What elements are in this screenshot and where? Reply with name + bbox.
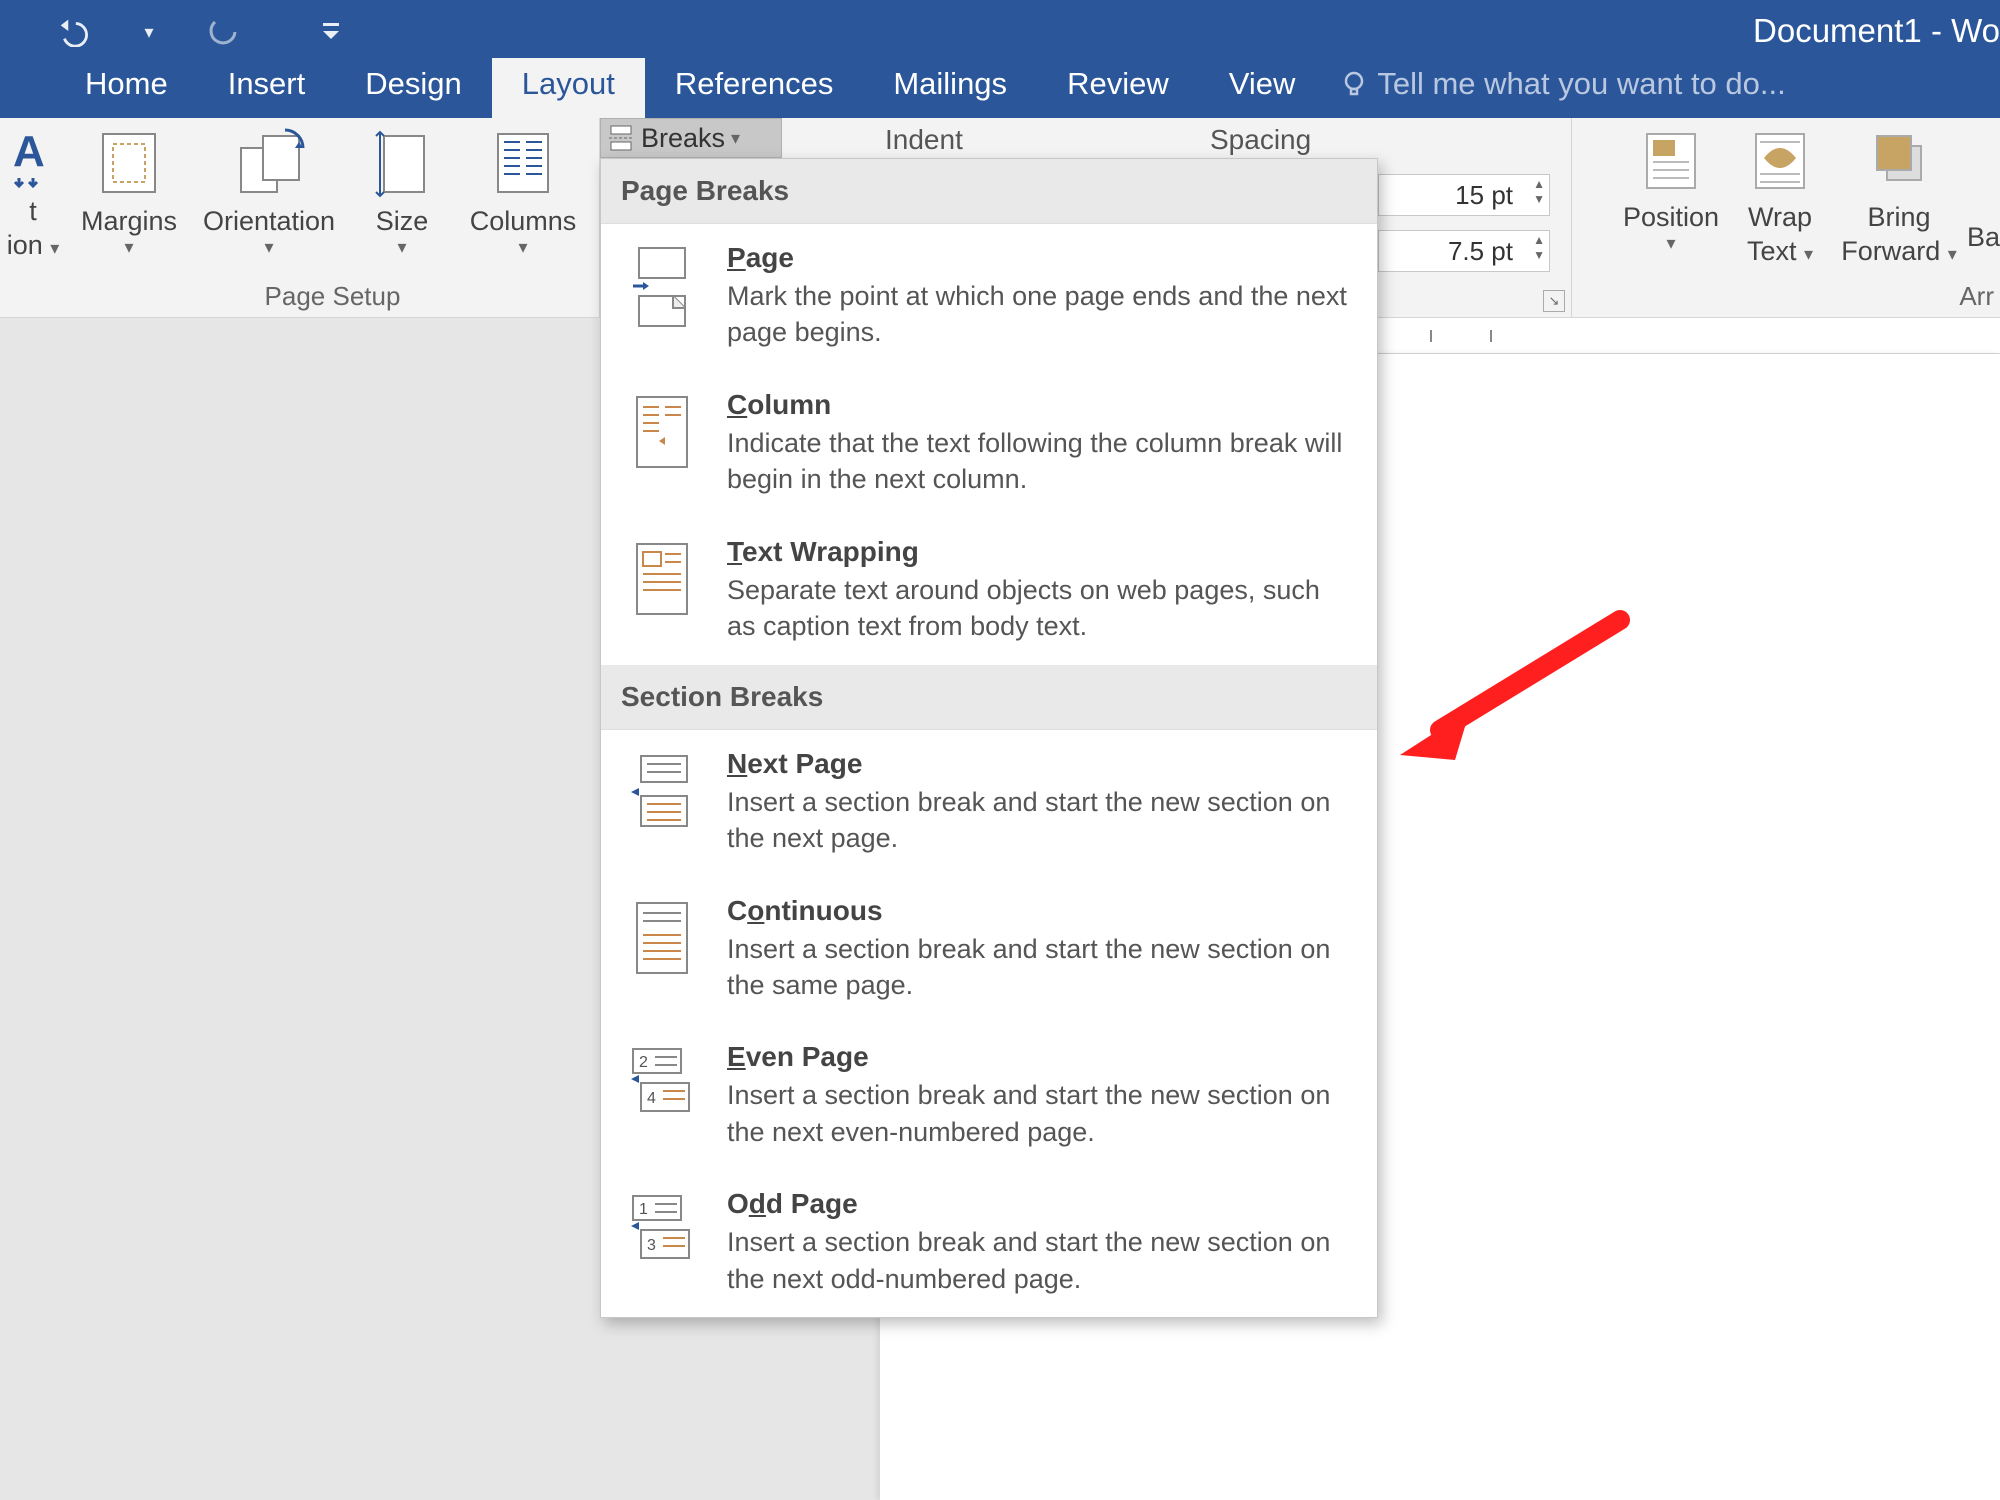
continuous-break-icon xyxy=(625,895,699,1004)
breaks-button[interactable]: Breaks ▾ xyxy=(600,118,782,158)
window-title: Document1 - Wo xyxy=(1753,12,2000,50)
break-next-page-item[interactable]: Next Page Insert a section break and sta… xyxy=(601,730,1377,877)
title-bar: ▾ Document1 - Wo xyxy=(0,0,2000,58)
tab-mailings[interactable]: Mailings xyxy=(863,56,1037,118)
break-column-item[interactable]: Column Indicate that the text following … xyxy=(601,371,1377,518)
break-continuous-item[interactable]: Continuous Insert a section break and st… xyxy=(601,877,1377,1024)
svg-text:4: 4 xyxy=(647,1090,656,1107)
breaks-section-section: Section Breaks xyxy=(601,665,1377,730)
group-arrange: Arr Position ▾ Wrap Text ▾ Bring Forward… xyxy=(1572,118,2000,318)
position-icon xyxy=(1616,128,1726,199)
tab-view[interactable]: View xyxy=(1199,56,1326,118)
bring-forward-icon xyxy=(1834,128,1964,199)
orientation-icon xyxy=(190,128,348,203)
even-page-break-icon: 24 xyxy=(625,1041,699,1150)
odd-page-break-icon: 13 xyxy=(625,1188,699,1297)
spacing-after-input[interactable]: 7.5 pt ▲▼ xyxy=(1378,230,1550,272)
break-text-wrapping-item[interactable]: Text Wrapping Separate text around objec… xyxy=(601,518,1377,665)
wrap-text-button[interactable]: Wrap Text ▾ xyxy=(1730,128,1830,266)
next-page-break-icon xyxy=(625,748,699,857)
wrap-text-icon xyxy=(1730,128,1830,199)
tab-layout[interactable]: Layout xyxy=(492,56,645,118)
spacing-before-input[interactable]: 15 pt ▲▼ xyxy=(1378,174,1550,216)
group-label-arrange: Arr xyxy=(1572,281,2000,312)
position-button[interactable]: Position ▾ xyxy=(1616,128,1726,254)
breaks-icon xyxy=(607,124,635,152)
orientation-button[interactable]: Orientation ▾ xyxy=(190,128,348,258)
column-break-icon xyxy=(625,389,699,498)
svg-text:1: 1 xyxy=(639,1201,648,1218)
tab-file-edge[interactable] xyxy=(15,92,55,118)
breaks-section-page: Page Breaks xyxy=(601,159,1377,224)
tab-insert[interactable]: Insert xyxy=(198,56,336,118)
text-direction-button[interactable]: A t ion ▾ xyxy=(0,128,66,260)
size-button[interactable]: Size ▾ xyxy=(356,128,448,258)
break-odd-page-item[interactable]: 13 Odd Page Insert a section break and s… xyxy=(601,1170,1377,1317)
qat-caret-icon[interactable]: ▾ xyxy=(131,14,167,50)
undo-icon[interactable] xyxy=(55,14,91,50)
svg-text:3: 3 xyxy=(647,1237,656,1254)
group-label-page-setup: Page Setup xyxy=(66,281,599,312)
text-direction-icon: A xyxy=(0,128,66,193)
break-even-page-item[interactable]: 24 Even Page Insert a section break and … xyxy=(601,1023,1377,1170)
quick-access-toolbar: ▾ xyxy=(55,14,349,50)
tab-home[interactable]: Home xyxy=(55,56,198,118)
spin-up-icon[interactable]: ▲ xyxy=(1533,177,1545,191)
spin-up-icon[interactable]: ▲ xyxy=(1533,233,1545,247)
text-wrapping-break-icon xyxy=(625,536,699,645)
send-backward-edge[interactable]: Ba xyxy=(1967,222,2000,253)
margins-icon xyxy=(74,128,184,203)
page-break-icon xyxy=(625,242,699,351)
spacing-before-value: 15 pt xyxy=(1379,180,1549,211)
tell-me-placeholder: Tell me what you want to do... xyxy=(1377,66,1785,102)
ribbon-tabs: Home Insert Design Layout References Mai… xyxy=(0,58,2000,118)
spacing-after-value: 7.5 pt xyxy=(1379,236,1549,267)
breaks-label: Breaks xyxy=(641,123,725,154)
tab-references[interactable]: References xyxy=(645,56,864,118)
paragraph-dialog-launcher[interactable]: ↘ xyxy=(1543,290,1565,312)
lightbulb-icon xyxy=(1341,71,1367,97)
breaks-dropdown: Page Breaks Page Mark the point at which… xyxy=(600,158,1378,1318)
redo-icon[interactable] xyxy=(207,14,243,50)
tell-me-search[interactable]: Tell me what you want to do... xyxy=(1325,56,1805,118)
customize-qat-icon[interactable] xyxy=(313,14,349,50)
svg-text:2: 2 xyxy=(639,1054,648,1071)
columns-icon xyxy=(458,128,588,203)
svg-text:A: A xyxy=(13,128,45,176)
break-page-item[interactable]: Page Mark the point at which one page en… xyxy=(601,224,1377,371)
spin-down-icon[interactable]: ▼ xyxy=(1533,192,1545,206)
bring-forward-button[interactable]: Bring Forward ▾ xyxy=(1834,128,1964,266)
chevron-down-icon: ▾ xyxy=(731,128,740,149)
tab-design[interactable]: Design xyxy=(335,56,492,118)
spin-down-icon[interactable]: ▼ xyxy=(1533,248,1545,262)
columns-button[interactable]: Columns ▾ xyxy=(458,128,588,258)
margins-button[interactable]: Margins ▾ xyxy=(74,128,184,258)
tab-review[interactable]: Review xyxy=(1037,56,1199,118)
group-page-setup: Page Setup Margins ▾ Orientation ▾ Size … xyxy=(66,118,600,318)
size-icon xyxy=(356,128,448,203)
